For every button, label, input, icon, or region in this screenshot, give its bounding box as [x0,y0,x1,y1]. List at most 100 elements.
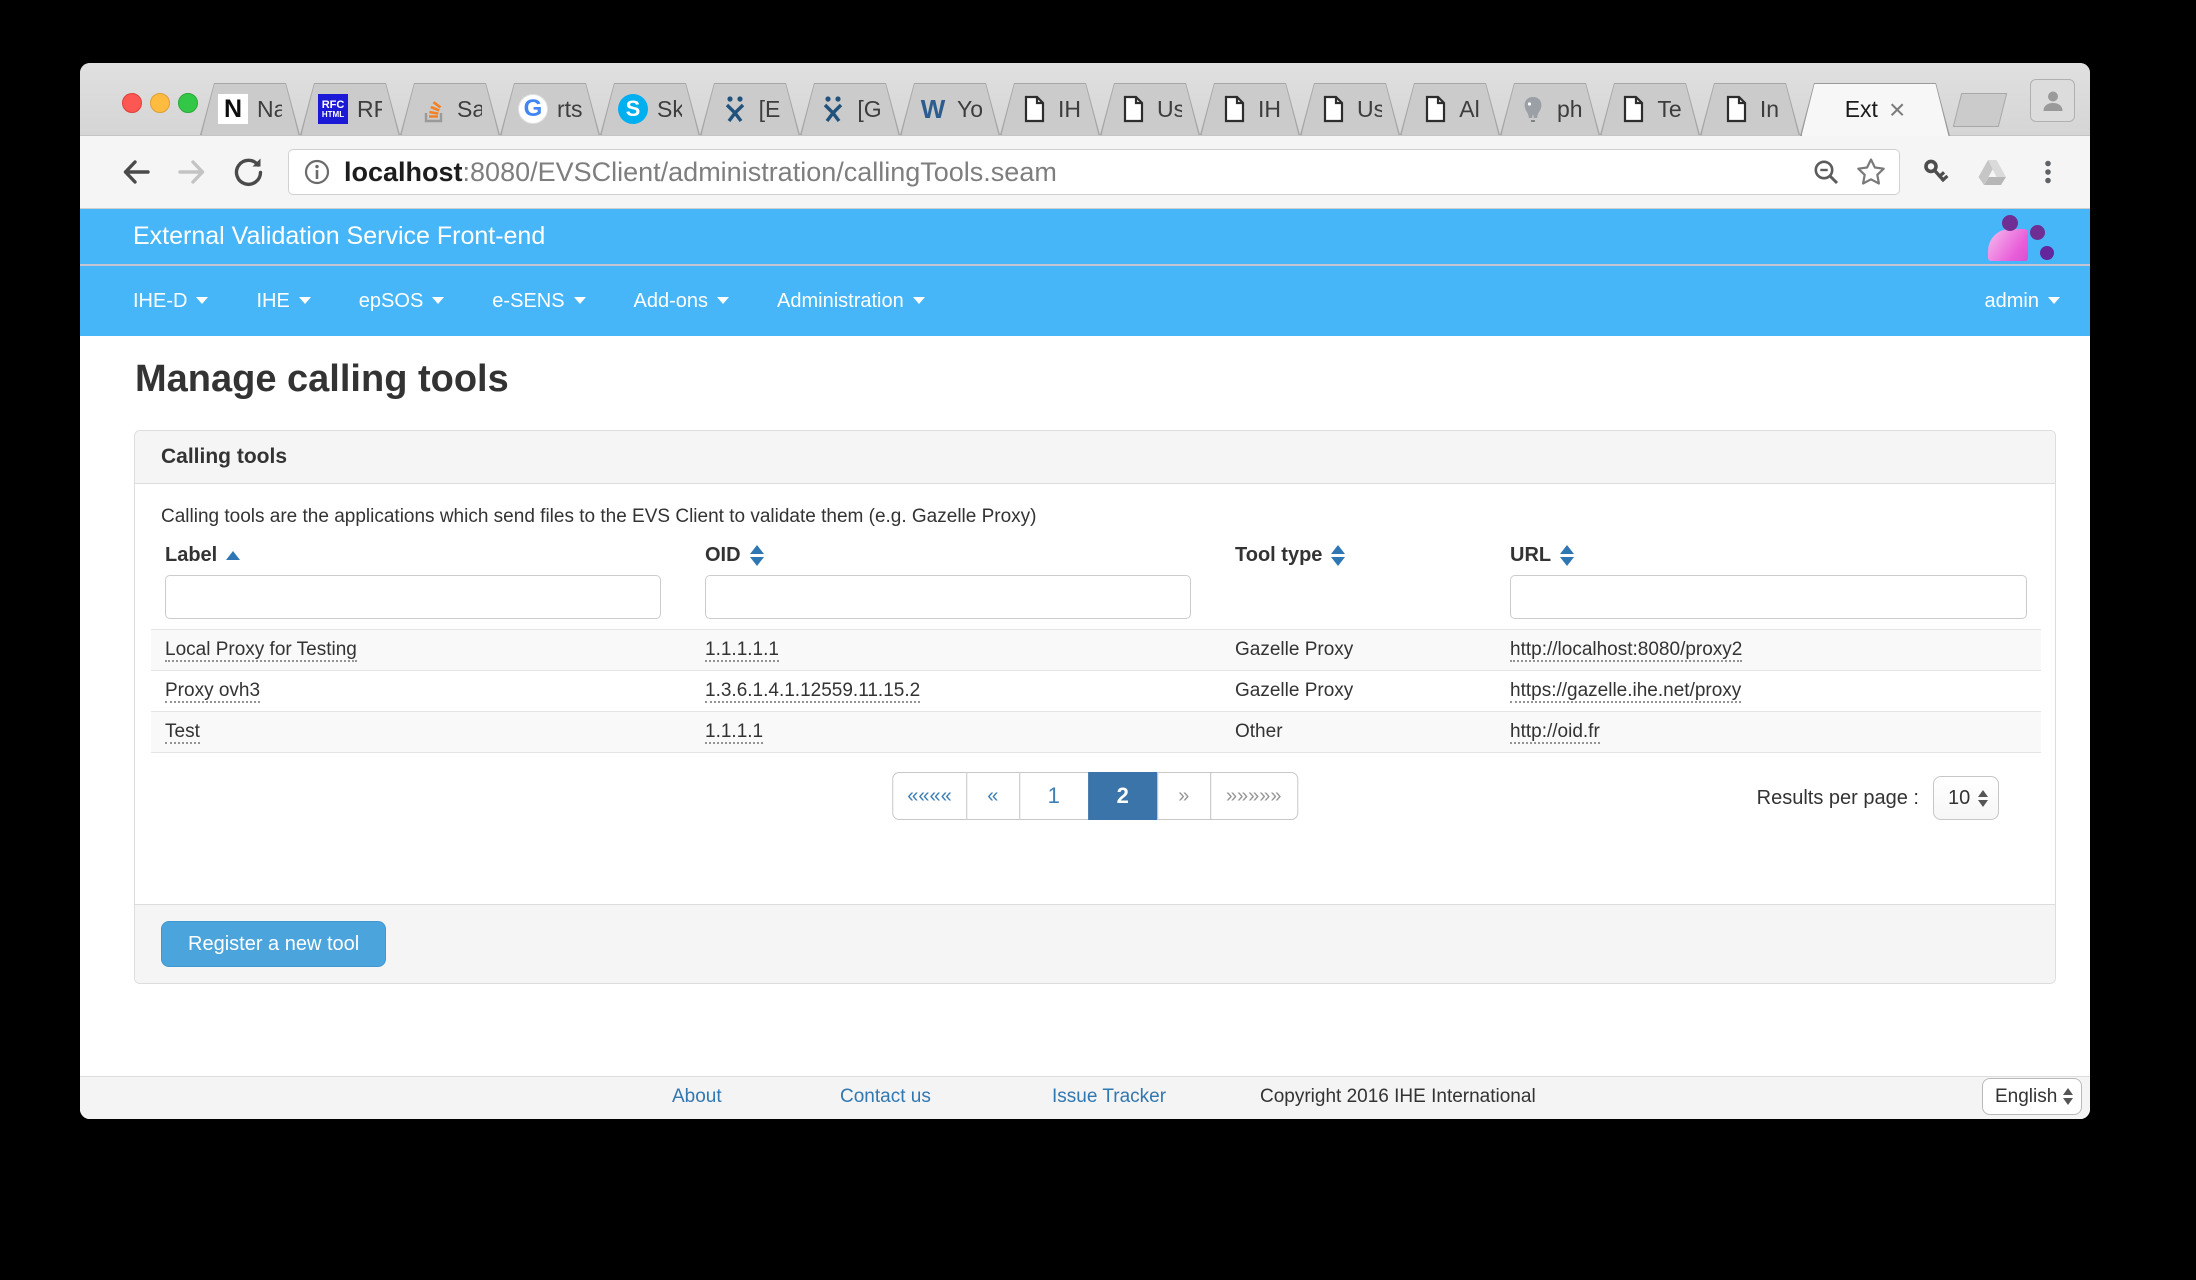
issue-tracker-link[interactable]: Issue Tracker [1052,1086,1166,1108]
tool-oid-link[interactable]: 1.1.1.1.1 [705,639,779,662]
browser-tab[interactable]: IH [1200,83,1300,135]
minimize-window-button[interactable] [150,93,170,113]
page-info-icon[interactable] [303,158,331,186]
close-tab-icon[interactable]: × [1889,96,1905,124]
browser-tab[interactable]: Sa [400,83,500,135]
gazelle-logo-icon [1988,215,2062,261]
tool-label-link[interactable]: Test [165,721,200,744]
tool-label-link[interactable]: Local Proxy for Testing [165,639,357,662]
menu-user-admin[interactable]: admin [1985,290,2060,313]
menu-addons[interactable]: Add-ons [634,290,730,313]
browser-tab[interactable]: Us [1100,83,1200,135]
menu-epsos[interactable]: epSOS [359,290,444,313]
jira-icon [720,94,750,124]
chevron-down-icon [2048,297,2060,304]
reload-button[interactable] [220,149,276,195]
active-tab[interactable]: Ext× [1800,83,1950,136]
browser-tab[interactable]: [G [800,83,900,135]
stackoverflow-icon [418,94,448,124]
bookmark-star-icon[interactable] [1855,156,1887,188]
tool-url-link[interactable]: https://gazelle.ihe.net/proxy [1510,680,1741,703]
tool-oid-link[interactable]: 1.3.6.1.4.1.12559.11.15.2 [705,680,920,703]
browser-menu-button[interactable] [2020,149,2076,195]
close-window-button[interactable] [122,93,142,113]
browser-tab[interactable]: IH [1000,83,1100,135]
column-header-tool-type[interactable]: Tool type [1221,542,1496,575]
previous-page-button[interactable]: « [966,772,1020,820]
column-header-label[interactable]: Label [151,542,691,575]
document-icon [1618,94,1648,124]
browser-tab[interactable]: In [1700,83,1800,135]
menu-ihe[interactable]: IHE [256,290,310,313]
last-page-button[interactable]: »»»»» [1210,772,1298,820]
key-icon [1920,156,1952,188]
document-icon [1318,94,1348,124]
drive-icon [1975,155,2009,189]
page-2-button[interactable]: 2 [1088,772,1158,820]
password-extension-button[interactable] [1908,149,1964,195]
table-row: Proxy ovh3 1.3.6.1.4.1.12559.11.15.2 Gaz… [151,670,2041,711]
browser-tab[interactable]: WYo [900,83,1000,135]
sort-asc-icon[interactable] [226,551,240,560]
zoom-window-button[interactable] [178,93,198,113]
tab-strip: NNa RFCHTMLRF Sa Grts SSk [E [G WYo IH U… [80,63,2090,136]
new-tab-button[interactable] [1953,93,2007,127]
url-text: localhost:8080/EVSClient/administration/… [344,157,1057,188]
sort-icon[interactable] [1560,545,1574,566]
page-content: Manage calling tools Calling tools Calli… [80,336,2090,1119]
back-button[interactable] [108,149,164,195]
menu-esens[interactable]: e-SENS [492,290,585,313]
forward-icon [175,155,209,189]
results-per-page: Results per page : 10 [1757,776,1999,820]
first-page-button[interactable]: «««« [892,772,967,820]
select-stepper-icon [1978,790,1988,807]
browser-tab[interactable]: Al [1400,83,1500,135]
tool-label-link[interactable]: Proxy ovh3 [165,680,260,703]
register-new-tool-button[interactable]: Register a new tool [161,921,386,967]
screenshot-stage: NNa RFCHTMLRF Sa Grts SSk [E [G WYo IH U… [0,0,2196,1280]
sort-icon[interactable] [1331,545,1345,566]
tool-url-link[interactable]: http://localhost:8080/proxy2 [1510,639,1742,662]
about-link[interactable]: About [672,1086,722,1108]
browser-tab[interactable]: RFCHTMLRF [300,83,400,135]
menu-ihe-d[interactable]: IHE-D [133,290,208,313]
browser-tab[interactable]: Te [1600,83,1700,135]
column-header-oid[interactable]: OID [691,542,1221,575]
panel-header: Calling tools [135,431,2055,484]
browser-toolbar: localhost:8080/EVSClient/administration/… [80,136,2090,209]
browser-tab[interactable]: NNa [200,83,300,135]
address-bar[interactable]: localhost:8080/EVSClient/administration/… [288,149,1900,195]
chevron-down-icon [432,297,444,304]
label-filter-input[interactable] [165,575,661,619]
browser-tab[interactable]: SSk [600,83,700,135]
contact-us-link[interactable]: Contact us [840,1086,931,1108]
google-icon: G [518,94,548,124]
language-select[interactable]: English [1982,1078,2082,1115]
pagination: «««« « 1 2 » »»»»» [892,772,1298,820]
w-icon: W [918,94,948,124]
results-per-page-select[interactable]: 10 [1933,776,1999,820]
oid-filter-input[interactable] [705,575,1191,619]
next-page-button[interactable]: » [1157,772,1211,820]
browser-tab[interactable]: ph [1500,83,1600,135]
panel-description: Calling tools are the applications which… [161,506,1037,528]
rfc-html-icon: RFCHTML [318,94,348,124]
zoom-out-icon[interactable] [1811,157,1841,187]
url-filter-input[interactable] [1510,575,2027,619]
page-1-button[interactable]: 1 [1019,772,1089,820]
profile-button[interactable] [2030,79,2075,122]
forward-button[interactable] [164,149,220,195]
browser-tab[interactable]: [E [700,83,800,135]
tool-oid-link[interactable]: 1.1.1.1 [705,721,763,744]
tool-url-link[interactable]: http://oid.fr [1510,721,1600,744]
chevron-down-icon [574,297,586,304]
menu-administration[interactable]: Administration [777,290,925,313]
skype-icon: S [618,94,648,124]
sort-icon[interactable] [750,545,764,566]
browser-tab[interactable]: Grts [500,83,600,135]
column-header-url[interactable]: URL [1496,542,2041,575]
drive-extension-button[interactable] [1964,149,2020,195]
reload-icon [231,155,265,189]
table-row: Test 1.1.1.1 Other http://oid.fr [151,711,2041,753]
browser-tab[interactable]: Us [1300,83,1400,135]
